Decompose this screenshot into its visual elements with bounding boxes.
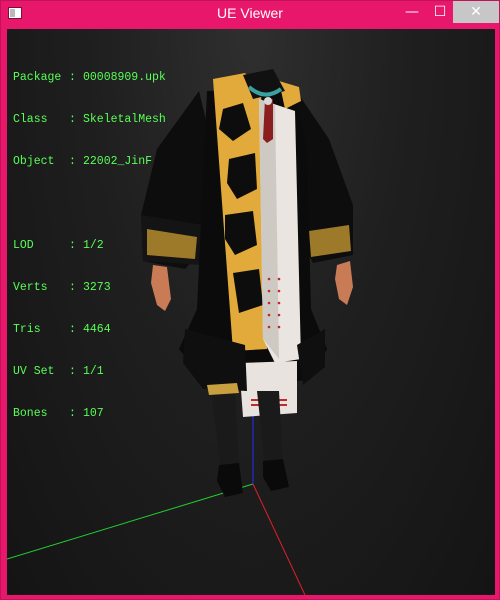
info-separator: : bbox=[69, 407, 76, 420]
info-label: LOD bbox=[13, 239, 34, 252]
info-row-class: Class: SkeletalMesh bbox=[13, 113, 166, 127]
right-shoe bbox=[263, 459, 289, 491]
info-value: SkeletalMesh bbox=[83, 113, 166, 126]
info-label: Package bbox=[13, 71, 62, 84]
info-separator: : bbox=[69, 113, 76, 126]
info-label: Object bbox=[13, 155, 55, 168]
info-separator: : bbox=[69, 155, 76, 168]
info-separator: : bbox=[69, 365, 76, 378]
pendant-bead bbox=[264, 97, 272, 105]
info-value: 1/2 bbox=[83, 239, 104, 252]
right-leg bbox=[257, 391, 283, 465]
info-row-uvset: UV Set:1/1 bbox=[13, 365, 166, 379]
info-label: UV Set bbox=[13, 365, 55, 378]
info-row-lod: LOD:1/2 bbox=[13, 239, 166, 253]
info-label: Tris bbox=[13, 323, 41, 336]
info-row-object: Object:22002_JinF bbox=[13, 155, 166, 169]
info-row-package: Package:00008909.upk bbox=[13, 71, 166, 85]
info-label: Verts bbox=[13, 281, 48, 294]
info-value: 4464 bbox=[83, 323, 111, 336]
info-value: 00008909.upk bbox=[83, 71, 166, 84]
left-leg bbox=[211, 389, 239, 469]
info-value: 107 bbox=[83, 407, 104, 420]
app-window: UE Viewer — ☐ ✕ Package: 00008909.upk C… bbox=[0, 0, 500, 600]
info-separator: : bbox=[69, 323, 76, 336]
info-row-verts: Verts:3273 bbox=[13, 281, 166, 295]
axis-y-line bbox=[7, 483, 254, 560]
axis-x-line bbox=[252, 483, 306, 595]
left-shoe bbox=[217, 463, 243, 497]
info-row-bones: Bones:107 bbox=[13, 407, 166, 421]
mesh-info-overlay: Package:00008909.upk Class: SkeletalMesh … bbox=[13, 43, 166, 449]
minimize-button[interactable]: — bbox=[397, 1, 427, 23]
info-value: 1/1 bbox=[83, 365, 104, 378]
info-separator: : bbox=[69, 239, 76, 252]
right-hand bbox=[335, 261, 353, 305]
info-value: 22002_JinF bbox=[83, 155, 153, 168]
left-boot-cuff bbox=[207, 383, 239, 395]
character-mesh bbox=[141, 69, 353, 497]
info-label: Class bbox=[13, 113, 48, 126]
info-label: Bones bbox=[13, 407, 48, 420]
3d-viewport[interactable]: Package:00008909.upk Class: SkeletalMesh … bbox=[7, 29, 495, 595]
maximize-button[interactable]: ☐ bbox=[427, 1, 453, 23]
info-value: 3273 bbox=[83, 281, 111, 294]
close-button[interactable]: ✕ bbox=[453, 1, 499, 23]
title-bar[interactable]: UE Viewer — ☐ ✕ bbox=[1, 1, 499, 28]
info-separator: : bbox=[69, 281, 76, 294]
info-row-tris: Tris:4464 bbox=[13, 323, 166, 337]
info-separator: : bbox=[69, 71, 76, 84]
